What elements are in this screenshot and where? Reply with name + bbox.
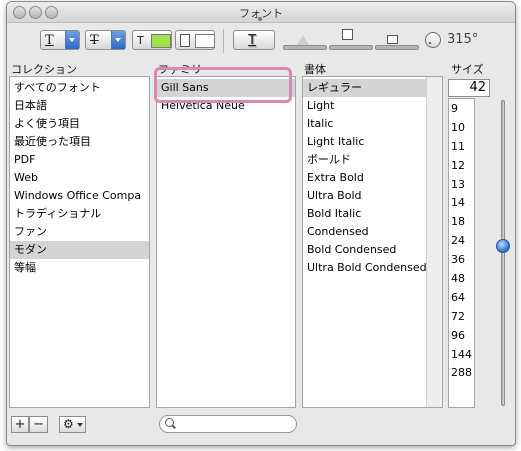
toolbar-toggle-dot[interactable] xyxy=(258,17,262,21)
list-item[interactable]: 48 xyxy=(449,270,474,289)
list-item[interactable]: 36 xyxy=(449,251,474,270)
search-field[interactable] xyxy=(159,415,297,433)
size-input[interactable]: 42 xyxy=(448,79,490,97)
list-item[interactable]: ファン xyxy=(10,223,149,241)
underline-popup-button[interactable]: T xyxy=(40,30,80,50)
list-item[interactable]: Ultra Bold Condensed xyxy=(303,259,442,277)
text-color-swatch xyxy=(151,34,171,48)
title-bar: フォント xyxy=(7,2,515,23)
dial-indicator xyxy=(429,42,431,44)
size-slider-knob[interactable] xyxy=(496,239,510,253)
list-item[interactable]: Bold Italic xyxy=(303,205,442,223)
family-header: ファミリー xyxy=(158,63,213,76)
list-item[interactable]: PDF xyxy=(10,151,149,169)
strikethrough-popup-button[interactable]: T xyxy=(85,30,126,50)
shadow-blur-slider[interactable] xyxy=(329,45,373,50)
typeface-list[interactable]: レギュラー Light Italic Light Italic ボールド Ext… xyxy=(302,76,443,408)
remove-collection-button[interactable]: − xyxy=(29,416,48,433)
list-item[interactable]: すべてのフォント xyxy=(10,79,149,97)
list-item-selected[interactable]: Gill Sans xyxy=(157,79,295,97)
list-item[interactable]: よく使う項目 xyxy=(10,115,149,133)
shadow-opacity-slider[interactable] xyxy=(283,45,327,50)
shadow-offset-icon xyxy=(387,35,398,44)
size-list[interactable]: 9 10 11 12 13 14 18 24 36 48 64 72 96 14… xyxy=(448,98,475,408)
list-item[interactable]: 13 xyxy=(449,176,474,195)
font-toolbar: T T T T 315° xyxy=(7,23,515,59)
list-item[interactable]: Bold Condensed xyxy=(303,241,442,259)
list-item[interactable]: 64 xyxy=(449,289,474,308)
toolbar-divider xyxy=(223,29,224,53)
size-header: サイズ xyxy=(451,63,484,76)
font-panel-window: フォント T T T T 315° コレクション ファミリー 書体 サイズ すべ… xyxy=(6,1,516,446)
list-item[interactable]: 144 xyxy=(449,346,474,365)
list-item[interactable]: Light xyxy=(303,97,442,115)
list-item[interactable]: Extra Bold xyxy=(303,169,442,187)
list-item[interactable]: 288 xyxy=(449,364,474,383)
list-item[interactable]: 10 xyxy=(449,119,474,138)
family-list[interactable]: Gill Sans Helvetica Neue xyxy=(156,76,296,408)
text-color-button[interactable]: T xyxy=(132,30,172,50)
list-item[interactable]: Web xyxy=(10,169,149,187)
shadow-opacity-knob[interactable] xyxy=(297,35,309,45)
list-item[interactable]: 72 xyxy=(449,308,474,327)
shadow-icon: T xyxy=(248,33,256,48)
list-item[interactable]: 11 xyxy=(449,138,474,157)
list-item[interactable]: Ultra Bold xyxy=(303,187,442,205)
list-item[interactable]: トラディショナル xyxy=(10,205,149,223)
list-item[interactable]: 12 xyxy=(449,157,474,176)
action-menu-button[interactable]: ⚙ xyxy=(59,416,86,433)
text-shadow-button[interactable]: T xyxy=(233,30,275,50)
list-item-selected[interactable]: モダン xyxy=(10,241,149,259)
list-item[interactable]: 14 xyxy=(449,194,474,213)
document-color-swatch xyxy=(195,34,215,48)
list-item-selected[interactable]: レギュラー xyxy=(303,79,426,97)
list-item[interactable]: Condensed xyxy=(303,223,442,241)
typeface-scrollbar[interactable] xyxy=(426,77,442,407)
size-slider-track[interactable] xyxy=(501,100,505,406)
add-collection-button[interactable]: + xyxy=(11,416,29,433)
gear-icon: ⚙ xyxy=(63,417,74,431)
document-color-button[interactable] xyxy=(175,30,215,50)
collections-list[interactable]: すべてのフォント 日本語 よく使う項目 最近使った項目 PDF Web Wind… xyxy=(9,76,150,408)
list-item[interactable]: Italic xyxy=(303,115,442,133)
list-item[interactable]: 18 xyxy=(449,213,474,232)
list-item[interactable]: 最近使った項目 xyxy=(10,133,149,151)
list-item[interactable]: Windows Office Compa xyxy=(10,187,149,205)
list-item[interactable]: Light Italic xyxy=(303,133,442,151)
list-item[interactable]: 日本語 xyxy=(10,97,149,115)
list-item[interactable]: 等幅 xyxy=(10,259,149,277)
strikethrough-dropdown-arrow[interactable] xyxy=(111,31,125,49)
document-icon xyxy=(180,34,190,47)
list-item[interactable]: Helvetica Neue xyxy=(157,97,295,115)
strikethrough-icon: T xyxy=(90,33,99,48)
collections-header: コレクション xyxy=(11,63,77,76)
list-item[interactable]: ボールド xyxy=(303,151,442,169)
list-item[interactable]: 96 xyxy=(449,327,474,346)
shadow-blur-icon xyxy=(342,29,353,40)
list-item[interactable]: 9 xyxy=(449,100,474,119)
underline-icon: T xyxy=(45,33,54,48)
list-item[interactable]: 24 xyxy=(449,232,474,251)
text-color-icon: T xyxy=(137,34,144,47)
chevron-down-icon xyxy=(77,423,83,427)
underline-dropdown-arrow[interactable] xyxy=(65,31,79,49)
shadow-offset-slider[interactable] xyxy=(375,45,419,50)
shadow-angle-dial[interactable] xyxy=(425,32,441,48)
search-icon-handle xyxy=(172,424,176,429)
shadow-angle-value: 315° xyxy=(447,32,479,47)
typeface-header: 書体 xyxy=(304,63,326,76)
search-input[interactable] xyxy=(180,417,292,431)
